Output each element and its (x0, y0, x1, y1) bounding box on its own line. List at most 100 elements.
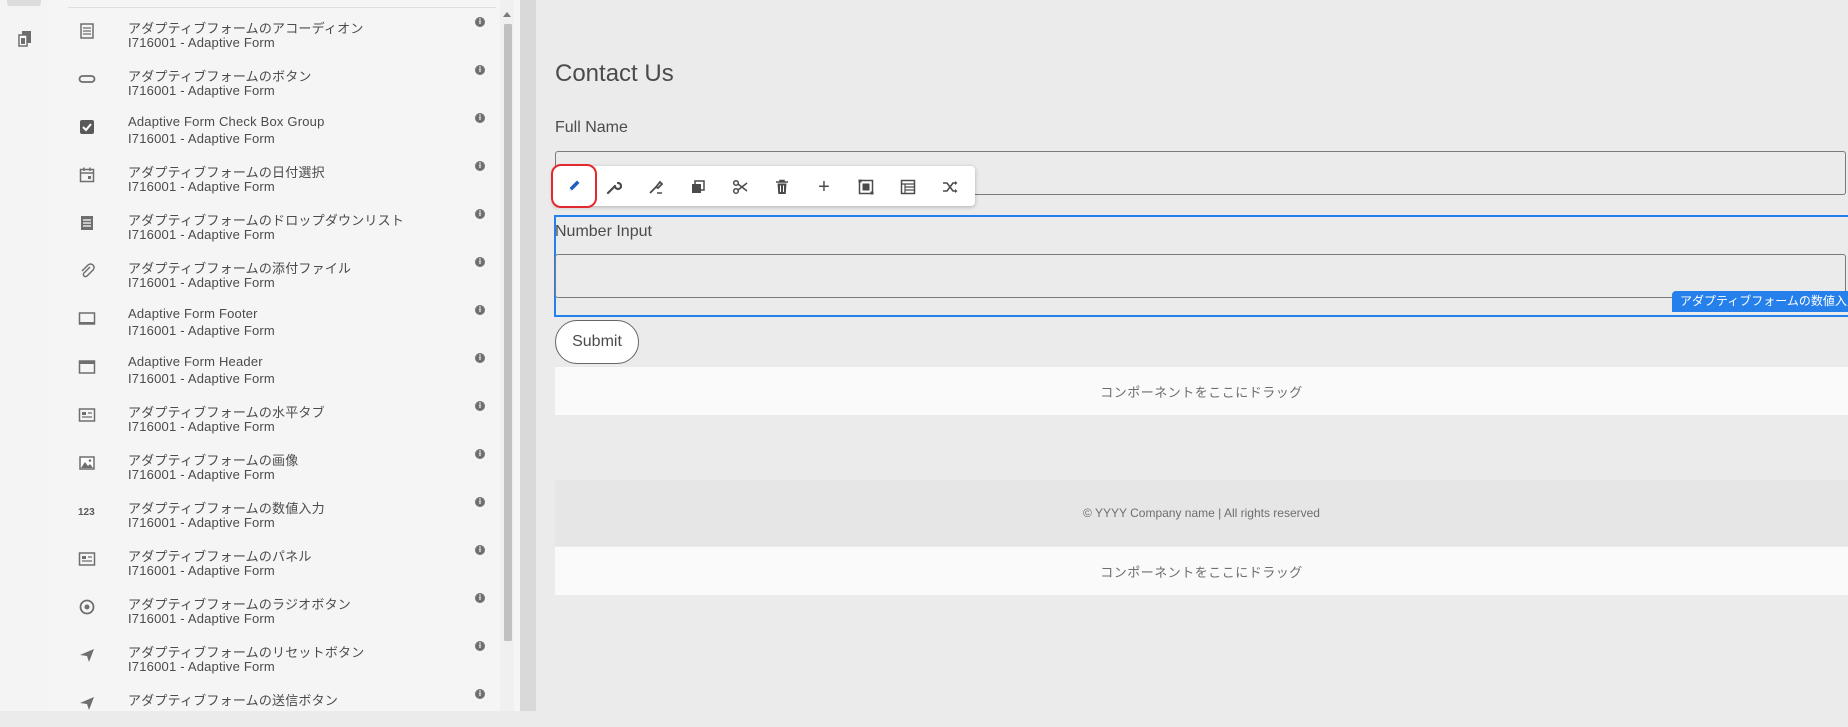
components-panel: アダプティブフォームのアコーディオン I716001 - Adaptive For… (48, 0, 520, 711)
calendar-icon (78, 166, 96, 184)
info-icon[interactable]: i (475, 593, 485, 603)
cut-icon (732, 179, 748, 195)
component-group: I716001 - Adaptive Form (128, 83, 275, 98)
full-name-label: Full Name (555, 119, 628, 136)
number-icon-glyph: 123 (78, 507, 95, 518)
attachment-icon (78, 262, 96, 280)
info-icon[interactable]: i (475, 257, 485, 267)
component-group: I716001 - Adaptive Form (128, 131, 275, 146)
component-group: I716001 - Adaptive Form (128, 371, 275, 386)
submit-button[interactable]: Submit (555, 320, 639, 364)
info-icon[interactable]: i (475, 65, 485, 75)
convert-button[interactable] (937, 174, 963, 200)
image-icon (78, 454, 96, 472)
drop-zone-top[interactable]: コンポーネントをここにドラッグ (555, 367, 1848, 415)
tabs-icon (78, 406, 96, 424)
info-icon[interactable]: i (475, 305, 485, 315)
component-list-item[interactable]: アダプティブフォームの水平タブ I716001 - Adaptive Form i (48, 391, 500, 439)
component-toolbar: + (551, 164, 975, 208)
panel-resize-edge[interactable] (520, 0, 536, 711)
content-tree-icon[interactable] (16, 30, 34, 48)
info-icon[interactable]: i (475, 401, 485, 411)
component-name: Adaptive Form Header (128, 354, 263, 369)
info-icon[interactable]: i (475, 545, 485, 555)
copy-button[interactable] (685, 174, 711, 200)
accordion-icon (78, 22, 96, 40)
form-title: Contact Us (555, 60, 674, 87)
panel-icon (78, 550, 96, 568)
component-list-item[interactable]: Adaptive Form Header I716001 - Adaptive F… (48, 343, 500, 391)
component-list-item[interactable]: アダプティブフォームの添付ファイル I716001 - Adaptive Form… (48, 247, 500, 295)
number-input-field[interactable] (555, 254, 1846, 298)
style-button[interactable] (643, 174, 669, 200)
copy-icon (692, 180, 705, 193)
info-icon[interactable]: i (475, 113, 485, 123)
header-icon (78, 358, 96, 376)
component-list-item[interactable]: アダプティブフォームのパネル I716001 - Adaptive Form i (48, 535, 500, 583)
info-icon[interactable]: i (475, 641, 485, 651)
cut-button[interactable] (727, 174, 753, 200)
layout-icon (900, 179, 916, 195)
info-icon[interactable]: i (475, 497, 485, 507)
number-icon: 123 (78, 502, 96, 520)
button-icon (78, 70, 96, 88)
component-group: I716001 - Adaptive Form (128, 275, 275, 290)
component-list-item[interactable]: アダプティブフォームの画像 I716001 - Adaptive Form i (48, 439, 500, 487)
component-list-item[interactable]: アダプティブフォームの送信ボタン i (48, 679, 500, 727)
send-icon (78, 694, 96, 712)
component-list-item[interactable]: アダプティブフォームのアコーディオン I716001 - Adaptive For… (48, 7, 500, 55)
group-button[interactable] (853, 174, 879, 200)
component-name: Adaptive Form Check Box Group (128, 114, 325, 129)
rail-tab[interactable] (7, 0, 41, 6)
component-group: I716001 - Adaptive Form (128, 611, 275, 626)
component-group: I716001 - Adaptive Form (128, 467, 275, 482)
layout-button[interactable] (895, 174, 921, 200)
info-icon[interactable]: i (475, 209, 485, 219)
component-group: I716001 - Adaptive Form (128, 563, 275, 578)
scroll-up-icon[interactable] (503, 12, 511, 17)
editor-canvas (536, 0, 1848, 711)
component-list-item[interactable]: アダプティブフォームのラジオボタン I716001 - Adaptive Form… (48, 583, 500, 631)
convert-icon (943, 181, 958, 193)
info-icon[interactable]: i (475, 689, 485, 699)
form-footer: © YYYY Company name | All rights reserve… (555, 480, 1848, 546)
component-group: I716001 - Adaptive Form (128, 419, 275, 434)
edit-icon (569, 180, 580, 191)
component-group: I716001 - Adaptive Form (128, 323, 275, 338)
component-name: Adaptive Form Footer (128, 306, 258, 321)
delete-icon (776, 179, 788, 194)
style-icon (649, 180, 664, 194)
info-icon[interactable]: i (475, 161, 485, 171)
drop-zone-bottom[interactable]: コンポーネントをここにドラッグ (555, 547, 1848, 595)
number-input-label: Number Input (555, 223, 652, 240)
checkbox-icon (78, 118, 96, 136)
side-rail (0, 0, 49, 711)
component-group: I716001 - Adaptive Form (128, 35, 275, 50)
component-group: I716001 - Adaptive Form (128, 179, 275, 194)
footer-icon (78, 310, 96, 328)
dropdown-icon (78, 214, 96, 232)
component-name: アダプティブフォームの送信ボタン (128, 693, 339, 708)
send-icon (78, 646, 96, 664)
radio-icon (78, 598, 96, 616)
insert-button[interactable]: + (811, 174, 837, 200)
component-list-item[interactable]: アダプティブフォームの日付選択 I716001 - Adaptive Form i (48, 151, 500, 199)
edit-button[interactable] (551, 164, 597, 208)
component-group: I716001 - Adaptive Form (128, 659, 275, 674)
component-list-item[interactable]: Adaptive Form Check Box Group I716001 - A… (48, 103, 500, 151)
selected-component-tag: アダプティブフォームの数値入力 (1672, 291, 1848, 312)
component-list-item[interactable]: アダプティブフォームのボタン I716001 - Adaptive Form i (48, 55, 500, 103)
info-icon[interactable]: i (475, 353, 485, 363)
component-group: I716001 - Adaptive Form (128, 227, 275, 242)
component-group: I716001 - Adaptive Form (128, 515, 275, 530)
configure-button[interactable] (601, 174, 627, 200)
scrollbar-thumb[interactable] (504, 24, 512, 641)
component-list-item[interactable]: Adaptive Form Footer I716001 - Adaptive F… (48, 295, 500, 343)
component-list-item[interactable]: アダプティブフォームのドロップダウンリスト I716001 - Adaptive … (48, 199, 500, 247)
component-list-item[interactable]: アダプティブフォームのリセットボタン I716001 - Adaptive For… (48, 631, 500, 679)
configure-icon (606, 181, 622, 195)
info-icon[interactable]: i (475, 17, 485, 27)
info-icon[interactable]: i (475, 449, 485, 459)
delete-button[interactable] (769, 174, 795, 200)
component-list-item[interactable]: 123 アダプティブフォームの数値入力 I716001 - Adaptive For… (48, 487, 500, 535)
